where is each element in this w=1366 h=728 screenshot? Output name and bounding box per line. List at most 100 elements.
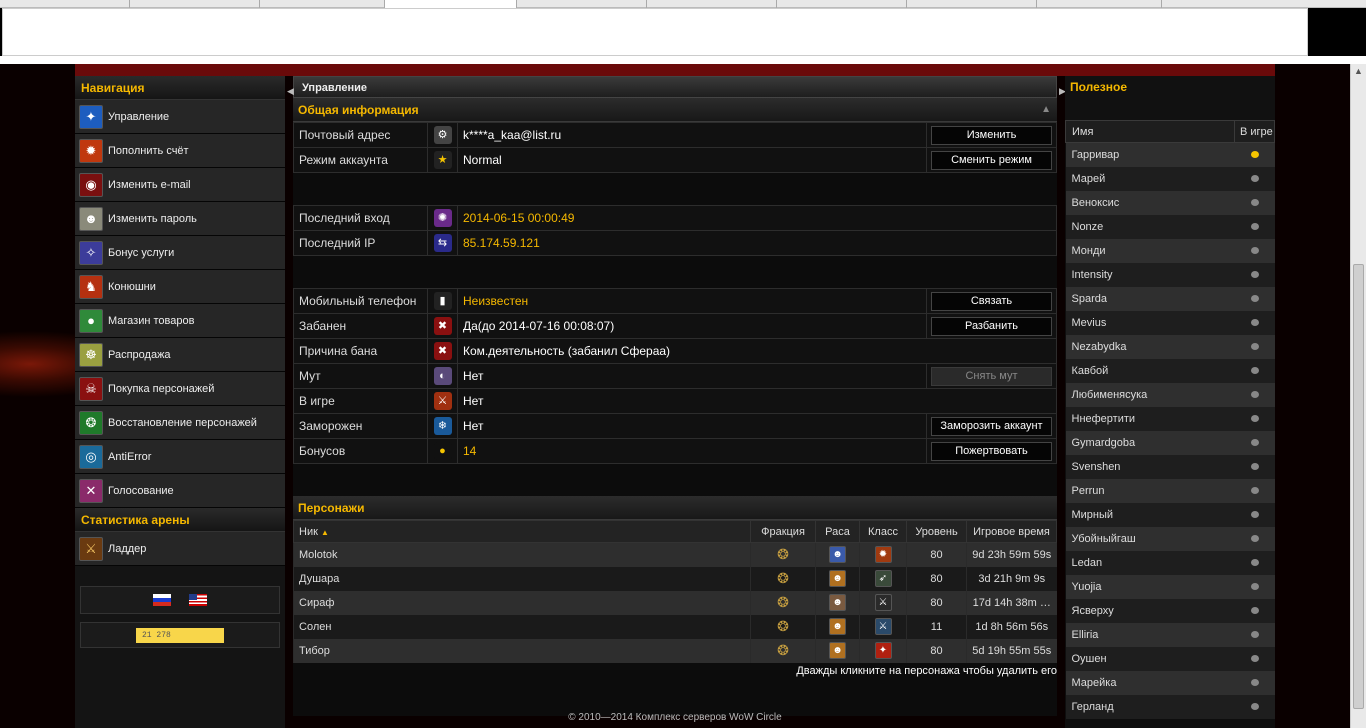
col-class[interactable]: Класс: [859, 520, 907, 543]
info-action-button[interactable]: Связать: [931, 291, 1052, 311]
player-name: Sparda: [1065, 286, 1235, 311]
race-cell: ☻: [815, 590, 860, 615]
nav-item[interactable]: ☸ Распродажа: [75, 338, 285, 372]
nav-item[interactable]: ✕ Голосование: [75, 474, 285, 508]
player-row[interactable]: Svenshen: [1065, 454, 1275, 479]
browser-tab[interactable]: [1037, 0, 1162, 8]
player-row[interactable]: Марейка: [1065, 670, 1275, 695]
nav-item[interactable]: ✦ Управление: [75, 100, 285, 134]
info-action-button[interactable]: Заморозить аккаунт: [931, 416, 1052, 436]
info-row: Последний вход ✺ 2014-06-15 00:00:49: [293, 205, 1057, 231]
player-row[interactable]: Веноксис: [1065, 190, 1275, 215]
nav-item[interactable]: ✧ Бонус услуги: [75, 236, 285, 270]
info-action-button[interactable]: Разбанить: [931, 316, 1052, 336]
browser-tab[interactable]: [907, 0, 1037, 8]
faction-cell: ❂: [750, 590, 816, 615]
offline-status-icon: [1250, 678, 1259, 686]
browser-tab[interactable]: [130, 0, 260, 8]
player-row[interactable]: Марей: [1065, 166, 1275, 191]
browser-tab-active[interactable]: [385, 0, 517, 8]
player-row[interactable]: Ledan: [1065, 550, 1275, 575]
player-row[interactable]: Intensity: [1065, 262, 1275, 287]
characters-header: Персонажи: [293, 496, 1057, 520]
info-action-button[interactable]: Пожертвовать: [931, 441, 1052, 461]
nav-item[interactable]: ☻ Изменить пароль: [75, 202, 285, 236]
player-row[interactable]: Монди: [1065, 238, 1275, 263]
browser-tab[interactable]: [260, 0, 385, 8]
info-action-button[interactable]: Сменить режим: [931, 150, 1052, 170]
player-row[interactable]: Perrun: [1065, 478, 1275, 503]
us-flag-icon[interactable]: [189, 594, 207, 606]
player-row[interactable]: Любименясука: [1065, 382, 1275, 407]
browser-address-area[interactable]: [2, 8, 1308, 56]
info-value: Нет: [457, 413, 927, 439]
character-row[interactable]: Molotok ❂ ☻ ✹ 80 9d 23h 59m 59s: [293, 542, 1057, 567]
browser-tab[interactable]: [0, 0, 130, 8]
player-row[interactable]: Gymardgoba: [1065, 430, 1275, 455]
player-row[interactable]: Mevius: [1065, 310, 1275, 335]
collapse-left-icon[interactable]: ◀: [287, 86, 294, 98]
info-label: Последний вход: [293, 205, 428, 231]
visit-counter: 21 278: [80, 622, 280, 648]
info-icon-cell: ✖: [427, 313, 458, 339]
visit-counter-value[interactable]: 21 278: [136, 627, 224, 643]
info-value: Normal: [457, 147, 927, 173]
nav-item-ladder[interactable]: ⚔ Ладдер: [75, 532, 285, 566]
player-row[interactable]: Ясверху: [1065, 598, 1275, 623]
col-nick[interactable]: Ник ▲: [293, 520, 751, 543]
player-row[interactable]: Герланд: [1065, 694, 1275, 719]
col-faction[interactable]: Фракция: [750, 520, 816, 543]
nav-item[interactable]: ❂ Восстановление персонажей: [75, 406, 285, 440]
nav-item[interactable]: ♞ Конюшни: [75, 270, 285, 304]
star-icon: ★: [433, 151, 452, 169]
faction-cell: ❂: [750, 614, 816, 639]
player-name: Кавбой: [1065, 358, 1235, 383]
player-row[interactable]: Sparda: [1065, 286, 1275, 311]
info-label: Почтовый адрес: [293, 122, 428, 148]
nav-item[interactable]: ✹ Пополнить счёт: [75, 134, 285, 168]
nav-item[interactable]: ● Магазин товаров: [75, 304, 285, 338]
player-row[interactable]: Nonze: [1065, 214, 1275, 239]
info-icon-cell: ★: [427, 147, 458, 173]
character-level: 80: [906, 638, 967, 663]
character-row[interactable]: Солен ❂ ☻ ⚔ 11 1d 8h 56m 56s: [293, 614, 1057, 639]
info-action-button[interactable]: Снять мут: [931, 366, 1052, 386]
scrollbar-thumb[interactable]: [1353, 264, 1364, 709]
nav-item[interactable]: ☠ Покупка персонажей: [75, 372, 285, 406]
player-name: Любименясука: [1065, 382, 1235, 407]
collapse-icon[interactable]: ▲: [1041, 98, 1051, 122]
page-scrollbar[interactable]: ▲: [1350, 64, 1366, 728]
player-row[interactable]: Мирный: [1065, 502, 1275, 527]
nav-item[interactable]: ◎ AntiError: [75, 440, 285, 474]
player-row[interactable]: Yuojia: [1065, 574, 1275, 599]
col-nick-label: Ник: [299, 525, 318, 538]
player-name: Nonze: [1065, 214, 1235, 239]
player-status-cell: [1234, 382, 1275, 407]
characters-table: Ник ▲ Фракция Раса Класс Уровень Игровое…: [293, 520, 1057, 663]
col-level[interactable]: Уровень: [906, 520, 967, 543]
nav-icon: ☠: [79, 376, 103, 401]
nav-item[interactable]: ◉ Изменить e-mail: [75, 168, 285, 202]
player-row[interactable]: Nezabydka: [1065, 334, 1275, 359]
player-row[interactable]: Оушен: [1065, 646, 1275, 671]
player-row[interactable]: Кавбой: [1065, 358, 1275, 383]
character-playtime: 9d 23h 59m 59s: [966, 542, 1057, 567]
character-row[interactable]: Тибор ❂ ☻ ✦ 80 5d 19h 55m 55s: [293, 638, 1057, 663]
player-row[interactable]: Ннефертити: [1065, 406, 1275, 431]
character-row[interactable]: Душара ❂ ☻ ➶ 80 3d 21h 9m 9s: [293, 566, 1057, 591]
player-row[interactable]: Elliria: [1065, 622, 1275, 647]
browser-tab[interactable]: [777, 0, 907, 8]
col-race[interactable]: Раса: [815, 520, 860, 543]
scroll-up-icon[interactable]: ▲: [1354, 66, 1363, 76]
browser-tab[interactable]: [517, 0, 647, 8]
breadcrumb: Управление: [293, 76, 1057, 98]
info-action-button[interactable]: Изменить: [931, 125, 1052, 145]
russian-flag-icon[interactable]: [153, 594, 171, 606]
player-row[interactable]: Убойныйгаш: [1065, 526, 1275, 551]
col-playtime[interactable]: Игровое время: [966, 520, 1057, 543]
browser-tab[interactable]: [647, 0, 777, 8]
player-status-cell: [1234, 622, 1275, 647]
player-row[interactable]: Гарривар: [1065, 142, 1275, 167]
character-row[interactable]: Сираф ❂ ☻ ⚔ 80 17d 14h 38m …: [293, 590, 1057, 615]
info-row: Бонусов ● 14 Пожертвовать: [293, 438, 1057, 464]
